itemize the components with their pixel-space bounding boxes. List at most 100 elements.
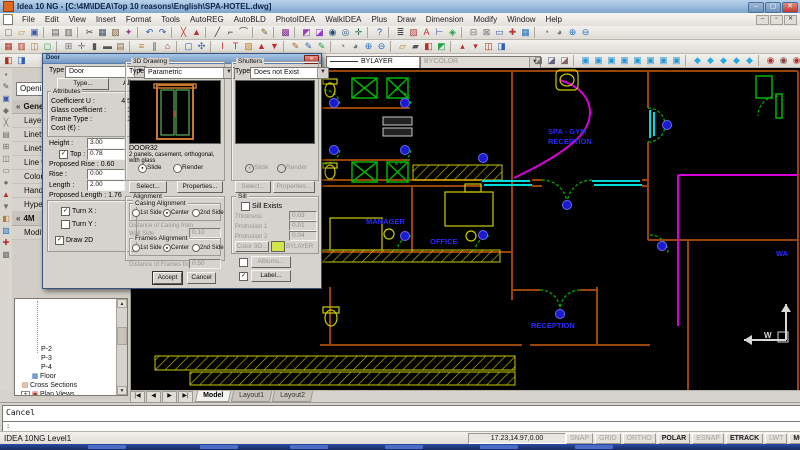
- tab-layout2[interactable]: Layout2: [272, 391, 313, 402]
- toggle-ortho[interactable]: ORTHO: [623, 433, 656, 444]
- accept-button[interactable]: Accept: [153, 272, 182, 284]
- menu-window[interactable]: Window: [502, 14, 540, 26]
- scroll-down-icon[interactable]: ▼: [117, 386, 127, 395]
- select-entity-icon[interactable]: ▢: [182, 41, 195, 53]
- taskbar-item-0[interactable]: [88, 445, 126, 449]
- slide-radio[interactable]: ●: [138, 164, 147, 173]
- block-icon[interactable]: ▰: [409, 41, 422, 53]
- paste-icon[interactable]: ▨: [109, 27, 122, 39]
- hatch-strip-icon[interactable]: ▤: [1, 129, 12, 140]
- length-field[interactable]: 2.00: [87, 180, 125, 191]
- point-style-icon[interactable]: ◈: [446, 27, 459, 39]
- label-checkbox[interactable]: ✓: [239, 272, 248, 281]
- rotate-view2-icon[interactable]: ◆: [704, 55, 717, 67]
- distance-icon[interactable]: ⊟: [467, 27, 480, 39]
- erase-group-icon[interactable]: ◪: [545, 55, 558, 67]
- redo-icon[interactable]: ↷: [156, 27, 169, 39]
- door-tool-icon[interactable]: ◻: [41, 41, 54, 53]
- point-strip-icon[interactable]: ●: [1, 177, 12, 188]
- paste-level-icon[interactable]: ◨: [495, 41, 508, 53]
- cancel-button[interactable]: Cancel: [187, 272, 216, 284]
- erase-all-icon[interactable]: ◪: [558, 55, 571, 67]
- modify-icon[interactable]: ▲: [190, 27, 203, 39]
- minimize-button[interactable]: –: [748, 2, 764, 13]
- taskbar-item-4[interactable]: [480, 445, 518, 449]
- north-icon[interactable]: ◔: [336, 41, 349, 53]
- toggle-snap[interactable]: SNAP: [566, 433, 593, 444]
- menu-file[interactable]: File: [17, 14, 40, 26]
- wall-edit-icon[interactable]: ◧: [422, 41, 435, 53]
- zoom-scale-icon[interactable]: ◉: [790, 55, 800, 67]
- erase-icon[interactable]: ╳: [177, 27, 190, 39]
- menu-format[interactable]: Format: [121, 14, 156, 26]
- lower-icon[interactable]: ▾: [469, 41, 482, 53]
- move-entity-icon[interactable]: ✣: [195, 41, 208, 53]
- zoom-realtime-icon[interactable]: ◉: [764, 55, 777, 67]
- view-front-icon[interactable]: ▣: [644, 55, 657, 67]
- toggle-polar[interactable]: POLAR: [658, 433, 691, 444]
- save-icon[interactable]: ▣: [28, 27, 41, 39]
- top-checkbox[interactable]: ✓: [59, 150, 68, 159]
- cut-icon[interactable]: ✂: [83, 27, 96, 39]
- stairs-icon[interactable]: ≡: [135, 41, 148, 53]
- rotate-view3-icon[interactable]: ◆: [717, 55, 730, 67]
- top-field[interactable]: 0.78: [87, 149, 125, 160]
- tree-item-floor[interactable]: ▦Floor: [15, 372, 115, 381]
- tab-layout1[interactable]: Layout1: [231, 391, 272, 402]
- wall-icon[interactable]: ▦: [2, 41, 15, 53]
- mdi-minimize-button[interactable]: –: [756, 15, 769, 25]
- line-icon[interactable]: ╱: [211, 27, 224, 39]
- opening-edit-icon[interactable]: ◩: [435, 41, 448, 53]
- blue-strip-icon[interactable]: ▨: [1, 225, 12, 236]
- extend-icon[interactable]: ⊕: [362, 41, 375, 53]
- zoom-out-icon[interactable]: ⊖: [579, 27, 592, 39]
- menu-dimension[interactable]: Dimension: [421, 14, 469, 26]
- render-radio[interactable]: [173, 164, 182, 173]
- door-label-icon[interactable]: I: [216, 41, 229, 53]
- raise-icon[interactable]: ▴: [456, 41, 469, 53]
- chevron-down-icon[interactable]: ▼: [317, 68, 328, 78]
- level-up-icon[interactable]: ▲: [255, 41, 268, 53]
- menu-plus[interactable]: Plus: [367, 14, 393, 26]
- tree-item-p-2[interactable]: P-2: [15, 345, 115, 354]
- section-icon[interactable]: ◕: [349, 41, 362, 53]
- trim-icon[interactable]: ⊖: [375, 41, 388, 53]
- polyline-icon[interactable]: ⌐: [224, 27, 237, 39]
- expand-icon[interactable]: +: [21, 391, 30, 396]
- tree-item-p-4[interactable]: P-4: [15, 363, 115, 372]
- window-label-icon[interactable]: T: [229, 41, 242, 53]
- hatch-icon[interactable]: ▨: [242, 41, 255, 53]
- frames-1st-side-radio[interactable]: [132, 244, 140, 252]
- opening-icon[interactable]: ◫: [28, 41, 41, 53]
- materials-icon[interactable]: ◪: [313, 27, 326, 39]
- command-history[interactable]: Cancel: [2, 405, 800, 422]
- casing-2nd-side-radio[interactable]: [192, 209, 200, 217]
- taskbar-item-5[interactable]: [575, 445, 613, 449]
- library-icon[interactable]: ▱: [396, 41, 409, 53]
- rotate-view5-icon[interactable]: ◆: [743, 55, 756, 67]
- view-ne-icon[interactable]: ▣: [605, 55, 618, 67]
- menu-help[interactable]: Help: [541, 14, 567, 26]
- text-style-icon[interactable]: A: [420, 27, 433, 39]
- open-icon[interactable]: ▱: [15, 27, 28, 39]
- render-view-icon[interactable]: ◧: [2, 55, 15, 67]
- properties-button[interactable]: Properties...: [177, 181, 223, 193]
- zoom-window-icon[interactable]: ◉: [326, 27, 339, 39]
- slab-icon[interactable]: ▤: [114, 41, 127, 53]
- zoom-window2-icon[interactable]: ◉: [777, 55, 790, 67]
- view-iso-icon[interactable]: ▣: [670, 55, 683, 67]
- tab-model[interactable]: Model: [195, 391, 232, 402]
- help-icon[interactable]: ?: [373, 27, 386, 39]
- rotate-view4-icon[interactable]: ◆: [730, 55, 743, 67]
- draw-pen3-icon[interactable]: ✎: [315, 41, 328, 53]
- layers-strip-icon[interactable]: ▣: [1, 93, 12, 104]
- roof-icon[interactable]: ⌂: [161, 41, 174, 53]
- arrow-strip-icon[interactable]: ▼: [1, 201, 12, 212]
- select-button[interactable]: Select...: [129, 181, 167, 193]
- frames-center-radio[interactable]: ●: [163, 244, 171, 252]
- taskbar-item-1[interactable]: [200, 445, 238, 449]
- copy-level-icon[interactable]: ◫: [482, 41, 495, 53]
- draw-2d-checkbox[interactable]: ✓: [55, 236, 64, 245]
- toggle-model[interactable]: MODEL: [789, 433, 800, 444]
- menu-tools[interactable]: Tools: [156, 14, 185, 26]
